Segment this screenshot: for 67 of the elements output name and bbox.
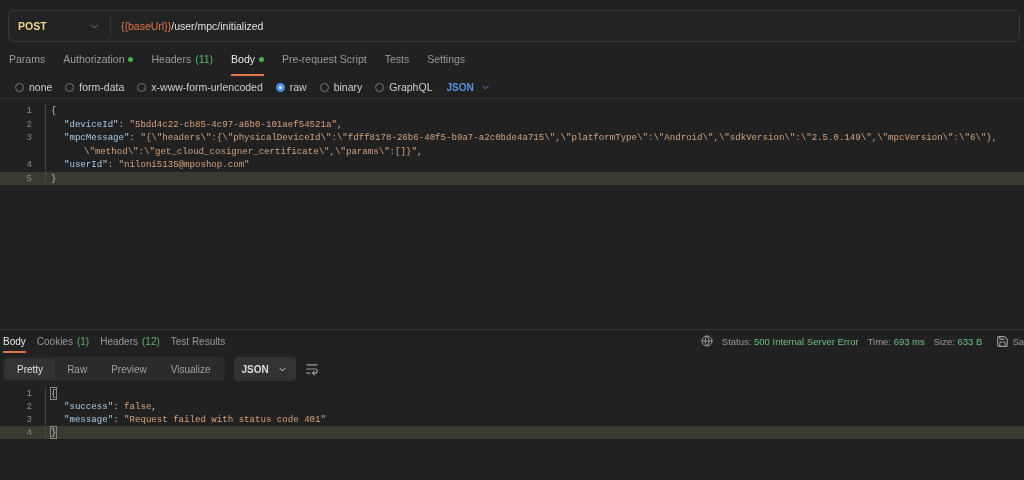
view-mode-button[interactable]: Pretty bbox=[5, 359, 56, 379]
body-type-radio[interactable]: none bbox=[15, 81, 53, 93]
line-number: 2 bbox=[25, 400, 33, 413]
bracket-match: } bbox=[51, 427, 57, 438]
request-tab[interactable]: Tests bbox=[384, 42, 410, 76]
radio-icon[interactable] bbox=[275, 82, 285, 92]
view-mode-button[interactable]: Raw bbox=[55, 359, 100, 379]
response-tab[interactable]: Test Results bbox=[170, 329, 226, 353]
line-number: 4 bbox=[25, 426, 33, 439]
code-token: , bbox=[416, 145, 423, 157]
url-bar[interactable]: POST {{baseUrl}}/user/mpc/initialized bbox=[8, 10, 1020, 42]
response-tab[interactable]: Headers (12) bbox=[100, 329, 160, 353]
code-token: : bbox=[107, 159, 115, 170]
code-token: "mpcMessage" bbox=[64, 132, 130, 143]
save-label[interactable]: Sa bbox=[1012, 335, 1024, 347]
line-number: 2 bbox=[25, 117, 33, 131]
body-type-radio[interactable]: binary bbox=[319, 81, 363, 93]
wrap-icon[interactable] bbox=[304, 362, 319, 376]
code-token: "niloni5135@mposhop.com" bbox=[118, 159, 250, 170]
line-number: 3 bbox=[25, 413, 33, 426]
body-type-radio[interactable]: form-data bbox=[65, 81, 125, 93]
code-token: } bbox=[51, 172, 57, 184]
request-tab[interactable]: Params bbox=[9, 42, 46, 76]
line-number: 1 bbox=[25, 387, 33, 400]
request-tab[interactable]: Settings bbox=[427, 42, 466, 76]
code-token: : bbox=[129, 132, 136, 143]
time-text: Time: 693 ms bbox=[867, 335, 925, 347]
size-text: Size: 633 B bbox=[933, 335, 983, 347]
code-token: "message" bbox=[64, 414, 114, 425]
code-token: "deviceId" bbox=[64, 118, 119, 130]
line-number: 1 bbox=[25, 104, 33, 118]
save-icon[interactable] bbox=[996, 334, 1010, 348]
code-token: : bbox=[118, 118, 126, 130]
url-field[interactable]: {{baseUrl}}/user/mpc/initialized bbox=[111, 20, 264, 32]
body-type-radio[interactable]: GraphQL bbox=[375, 81, 433, 93]
status-text: Status: 500 Internal Server Error bbox=[721, 335, 859, 347]
request-tab[interactable]: Pre-request Script bbox=[282, 42, 367, 76]
code-token: : bbox=[113, 414, 120, 425]
globe-icon[interactable] bbox=[700, 335, 713, 347]
body-type-radio[interactable]: raw bbox=[275, 81, 307, 93]
response-tab[interactable]: Cookies (1) bbox=[36, 329, 90, 353]
view-mode-button[interactable]: Visualize bbox=[158, 359, 223, 379]
code-token: : bbox=[113, 401, 120, 412]
code-token: "Request failed with status code 401" bbox=[124, 414, 326, 425]
request-tab[interactable]: Body bbox=[231, 42, 265, 76]
view-mode-switch[interactable]: Pretty Raw Preview Visualize bbox=[3, 357, 225, 381]
code-token: , bbox=[336, 118, 343, 130]
language-dropdown[interactable]: JSON bbox=[446, 81, 491, 93]
line-number: 5 bbox=[25, 171, 33, 185]
code-token: , bbox=[151, 401, 157, 412]
response-tab[interactable]: Body bbox=[3, 329, 26, 353]
code-token: \"method\":\"get_cloud_cosigner_certificate\",\"params\":[]}" bbox=[84, 145, 417, 157]
code-token: { bbox=[51, 105, 57, 116]
bracket-match: { bbox=[51, 388, 57, 399]
code-token: "success" bbox=[64, 401, 114, 412]
method-label: POST bbox=[18, 20, 47, 32]
method-dropdown[interactable]: POST bbox=[9, 16, 111, 36]
code-token: "{\"headers\":{\"physicalDeviceId\":\"fdff8178-26b6-40f5-b9a7-a2c0bde4a715\",\"platformType\":\"Android\",\"sdkVersion\":\"2.5.0.149\",\"mpcVersion\":\"6\"}, bbox=[140, 132, 998, 143]
request-tab[interactable]: Authorization bbox=[63, 42, 134, 76]
code-token: "userId" bbox=[64, 159, 108, 170]
format-dropdown[interactable]: JSON bbox=[233, 357, 296, 381]
view-mode-button[interactable]: Preview bbox=[99, 359, 159, 379]
line-number: 4 bbox=[25, 158, 33, 172]
request-tab[interactable]: Headers (11) bbox=[151, 42, 214, 76]
code-token: "5bdd4c22-cb85-4c97-a6b0-101aef54521a" bbox=[129, 118, 337, 130]
body-type-radio[interactable]: x-www-form-urlencoded bbox=[137, 81, 263, 93]
line-number: 3 bbox=[25, 131, 33, 145]
